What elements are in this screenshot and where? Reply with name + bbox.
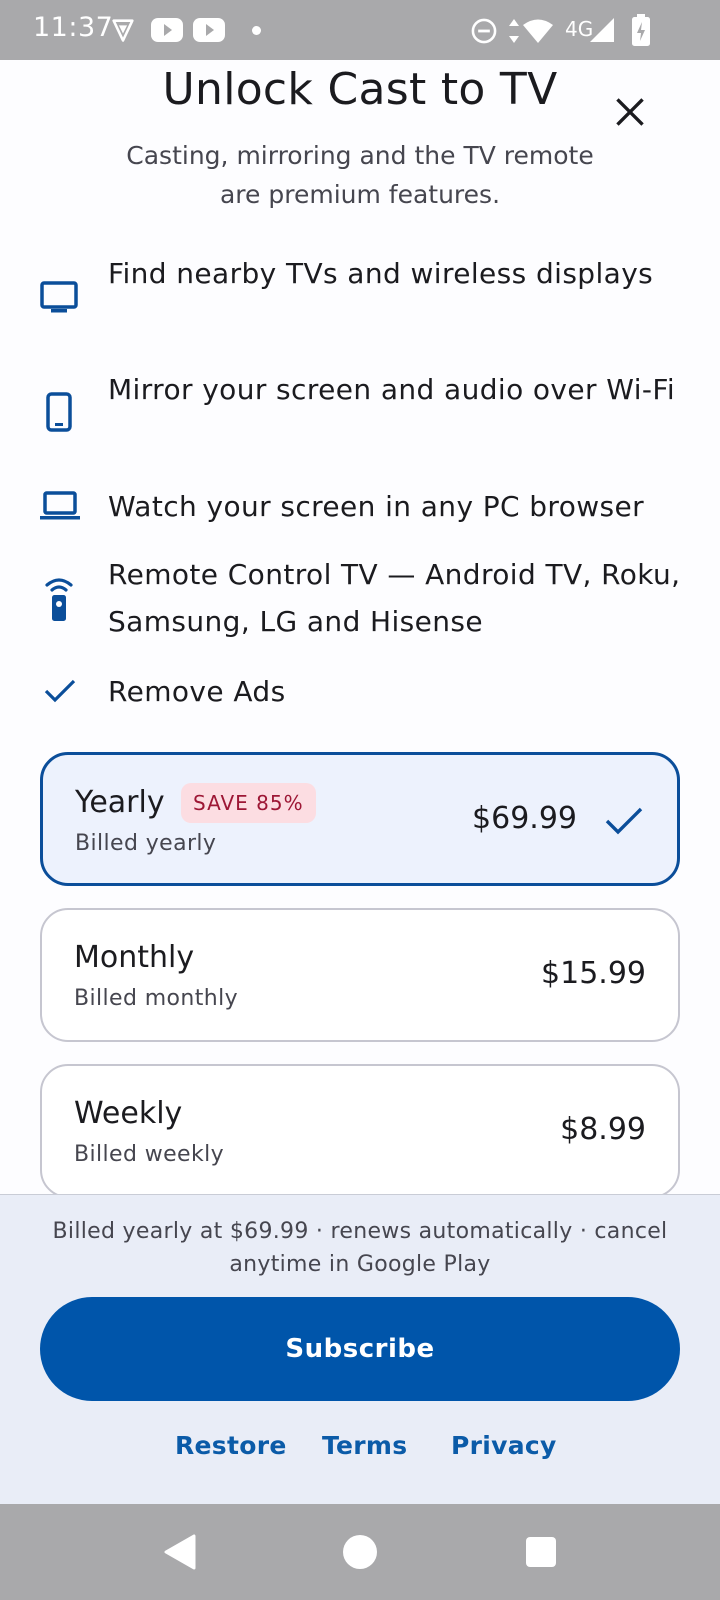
back-icon[interactable] bbox=[162, 1532, 198, 1572]
laptop-icon bbox=[40, 491, 80, 520]
recents-icon[interactable] bbox=[524, 1532, 558, 1572]
plan-name: Monthly bbox=[74, 940, 195, 975]
selected-check-icon bbox=[605, 807, 643, 835]
terms-link[interactable]: Terms bbox=[322, 1431, 407, 1460]
plan-price: $8.99 bbox=[560, 1112, 646, 1147]
plan-billing: Billed monthly bbox=[74, 986, 239, 1011]
navigation-bar bbox=[0, 1504, 720, 1600]
wifi-icon bbox=[523, 19, 553, 43]
feature-item-mirror: Mirror your screen and audio over Wi-Fi bbox=[40, 366, 680, 460]
feature-text: Mirror your screen and audio over Wi-Fi bbox=[108, 373, 676, 406]
feature-item-remove-ads: Remove Ads bbox=[40, 668, 680, 715]
youtube-icon bbox=[193, 18, 225, 42]
tv-icon bbox=[40, 281, 78, 313]
feature-text: Remove Ads bbox=[108, 675, 286, 708]
plan-billing: Billed yearly bbox=[75, 831, 217, 856]
phone-icon bbox=[46, 392, 72, 432]
status-time: 11:37 bbox=[33, 12, 114, 43]
page-subtitle: Casting, mirroring and the TV remote are… bbox=[126, 141, 594, 209]
save-badge: SAVE 85% bbox=[181, 783, 316, 823]
vpn-shield-icon bbox=[112, 19, 134, 42]
subscribe-sheet: Billed yearly at $69.99 · renews automat… bbox=[0, 1194, 720, 1504]
renewal-note: Billed yearly at $69.99 · renews automat… bbox=[52, 1219, 668, 1277]
home-icon[interactable] bbox=[342, 1532, 378, 1572]
restore-link[interactable]: Restore bbox=[175, 1431, 287, 1460]
notification-dot bbox=[252, 26, 261, 35]
remote-icon bbox=[45, 578, 73, 621]
close-button[interactable] bbox=[606, 88, 654, 136]
youtube-icon bbox=[151, 18, 183, 42]
feature-item-remote: Remote Control TV — Android TV, Roku, Sa… bbox=[40, 551, 680, 645]
data-arrows-icon bbox=[509, 19, 519, 43]
plan-name: Weekly bbox=[74, 1096, 183, 1131]
feature-text: Remote Control TV — Android TV, Roku, Sa… bbox=[108, 558, 681, 638]
plan-monthly[interactable]: Monthly Billed monthly $15.99 bbox=[40, 908, 680, 1042]
plan-price: $69.99 bbox=[472, 801, 577, 836]
feature-text: Watch your screen in any PC browser bbox=[108, 490, 645, 523]
check-icon bbox=[44, 679, 76, 703]
battery-charging-icon bbox=[632, 14, 650, 46]
close-icon bbox=[616, 98, 644, 126]
plan-yearly[interactable]: Yearly SAVE 85% Billed yearly $69.99 bbox=[40, 752, 680, 886]
plan-name: Yearly bbox=[75, 785, 165, 820]
signal-icon bbox=[590, 18, 614, 42]
privacy-link[interactable]: Privacy bbox=[451, 1431, 557, 1460]
dnd-icon bbox=[471, 18, 497, 44]
paywall-screen: 11:37 4G Unlock Cast to TV Casting, mirr… bbox=[0, 0, 720, 1600]
status-bar: 11:37 4G bbox=[0, 0, 720, 60]
plan-billing: Billed weekly bbox=[74, 1142, 225, 1167]
feature-item-find-tvs: Find nearby TVs and wireless displays bbox=[40, 250, 680, 344]
plan-weekly[interactable]: Weekly Billed weekly $8.99 bbox=[40, 1064, 680, 1198]
subscribe-button[interactable]: Subscribe bbox=[40, 1297, 680, 1401]
feature-text: Find nearby TVs and wireless displays bbox=[108, 257, 654, 290]
feature-item-pc-browser: Watch your screen in any PC browser bbox=[40, 483, 680, 530]
plan-price: $15.99 bbox=[541, 956, 646, 991]
